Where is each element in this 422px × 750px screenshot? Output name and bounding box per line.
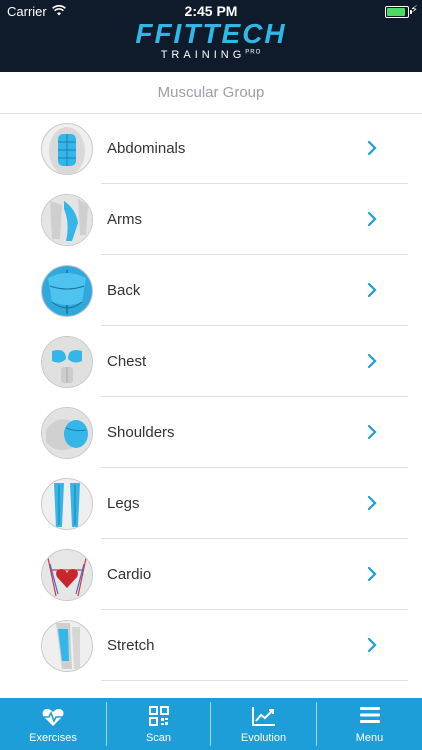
chevron-right-icon [367,637,377,653]
logo-pro-badge: PRO [245,49,262,56]
stretch-thumbnail [41,620,93,672]
list-item-label: Back [107,282,141,299]
list-item-label: Stretch [107,637,155,654]
tab-label: Evolution [240,732,287,744]
back-thumbnail [41,265,93,317]
charging-icon: ⚡ [410,4,418,16]
list-item-legs[interactable]: Legs [0,468,422,539]
tab-label: Menu [355,732,384,744]
tab-label: Exercises [29,732,77,744]
tab-evolution[interactable]: Evolution [211,698,316,750]
tab-exercises[interactable]: Exercises [0,698,106,750]
abdominals-thumbnail [41,123,93,175]
chevron-right-icon [367,140,377,156]
hamburger-menu-icon [359,707,380,723]
shoulders-thumbnail [41,407,93,459]
tab-menu[interactable]: Menu [317,698,422,750]
tab-bar: Exercises Scan Evolution Menu [0,698,422,750]
chest-thumbnail [41,336,93,388]
chevron-right-icon [367,282,377,298]
list-item-cardio[interactable]: Cardio [0,539,422,610]
app-logo: FFITTECH [135,18,287,49]
muscle-group-list: Abdominals Arms Back Chest Shoulders Leg… [0,113,422,681]
list-item-label: Chest [107,353,147,370]
chevron-right-icon [367,424,377,440]
list-item-chest[interactable]: Chest [0,326,422,397]
chevron-right-icon [367,495,377,511]
legs-thumbnail [41,478,93,530]
app-logo-subtitle: TRAININGPRO [0,49,422,61]
tab-scan[interactable]: Scan [107,698,210,750]
list-item-abdominals[interactable]: Abdominals [0,113,422,184]
logo-subtitle-text: TRAINING [160,49,246,61]
list-item-label: Abdominals [107,140,186,157]
tab-label: Scan [145,732,172,744]
chevron-right-icon [367,353,377,369]
list-item-back[interactable]: Back [0,255,422,326]
section-title: Muscular Group [0,72,422,114]
qr-code-icon [148,706,169,726]
divider [101,680,408,681]
list-item-label: Shoulders [107,424,175,441]
arms-thumbnail [41,194,93,246]
cardio-thumbnail [41,549,93,601]
chevron-right-icon [367,566,377,582]
app-header: Carrier 2:45 PM ⚡ FFITTECH TRAININGPRO [0,0,422,72]
list-item-label: Legs [107,495,140,512]
trend-chart-icon [251,707,275,726]
battery-icon [385,6,412,18]
chevron-right-icon [367,211,377,227]
list-item-label: Arms [107,211,142,228]
heart-pulse-icon [42,708,64,726]
status-time: 2:45 PM [184,3,238,19]
list-item-shoulders[interactable]: Shoulders [0,397,422,468]
list-item-stretch[interactable]: Stretch [0,610,422,681]
list-item-label: Cardio [107,566,152,583]
list-item-arms[interactable]: Arms [0,184,422,255]
